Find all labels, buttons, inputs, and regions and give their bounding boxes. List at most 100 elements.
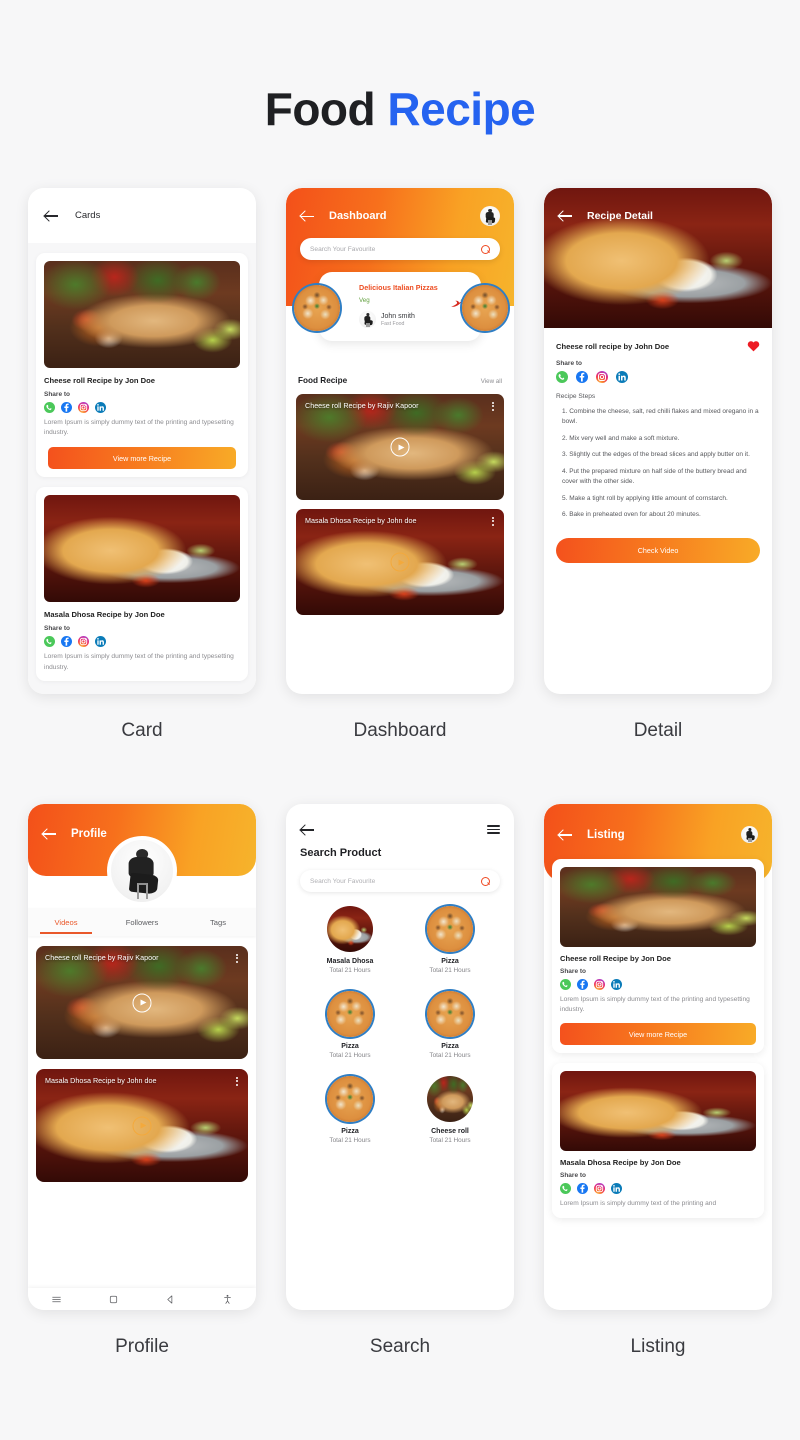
recipe-image-cheese-roll [560, 867, 756, 947]
back-arrow-icon[interactable] [300, 822, 315, 837]
listing-cards[interactable]: Cheese roll Recipe by Jon Doe Share to L… [552, 859, 764, 1218]
tab-followers[interactable]: Followers [104, 918, 180, 927]
check-video-button[interactable]: Check Video [556, 538, 760, 563]
whatsapp-icon[interactable] [44, 402, 55, 413]
linkedin-icon[interactable] [95, 636, 106, 648]
android-navigation-bar [28, 1288, 256, 1310]
whatsapp-icon[interactable] [556, 371, 568, 383]
video-card[interactable]: Masala Dhosa Recipe by John doe [296, 509, 504, 615]
more-options-icon[interactable] [492, 517, 494, 526]
promo-chef-role: Fast Food [381, 320, 405, 327]
share-label: Share to [556, 360, 583, 367]
video-card[interactable]: Cheese roll Recipe by Rajiv Kapoor [36, 946, 248, 1059]
facebook-icon[interactable] [61, 402, 72, 413]
more-options-icon[interactable] [236, 1077, 238, 1086]
list-item[interactable]: Masala Dhosa Total 21 Hours [300, 906, 400, 974]
screens-row-2: Profile Videos Followers Tags Cheese rol… [0, 804, 800, 1358]
recipe-card[interactable]: Cheese roll Recipe by Jon Doe Share to L… [36, 253, 248, 478]
dashboard-screen-title: Dashboard [329, 210, 387, 222]
recipe-image-cheese-roll [44, 261, 240, 368]
promo-card[interactable]: Delicious Italian Pizzas Veg John smith … [319, 272, 481, 341]
linkedin-icon[interactable] [611, 1183, 622, 1195]
facebook-icon[interactable] [576, 371, 588, 383]
favorite-heart-icon[interactable] [747, 340, 760, 352]
linkedin-icon[interactable] [95, 402, 106, 413]
play-icon[interactable] [132, 1116, 152, 1135]
video-card[interactable]: Masala Dhosa Recipe by John doe [36, 1069, 248, 1182]
tab-videos[interactable]: Videos [28, 918, 104, 934]
back-arrow-icon[interactable] [44, 208, 59, 223]
item-thumbnail-pizza [427, 991, 473, 1037]
listing-topbar: Listing [544, 804, 772, 843]
whatsapp-icon[interactable] [560, 979, 571, 990]
detail-topbar: Recipe Detail [544, 188, 772, 223]
recipe-card[interactable]: Cheese roll Recipe by Jon Doe Share to L… [552, 859, 764, 1054]
view-more-recipe-button[interactable]: View more Recipe [48, 447, 236, 470]
profile-video-list[interactable]: Cheese roll Recipe by Rajiv Kapoor Masal… [28, 936, 256, 1182]
share-label: Share to [44, 391, 71, 398]
more-options-icon[interactable] [236, 954, 238, 963]
whatsapp-icon[interactable] [560, 1183, 571, 1195]
instagram-icon[interactable] [78, 636, 89, 648]
recipe-card[interactable]: Masala Dhosa Recipe by Jon Doe Share to … [552, 1063, 764, 1218]
view-more-recipe-button[interactable]: View more Recipe [560, 1023, 756, 1046]
facebook-icon[interactable] [577, 1183, 588, 1195]
recipe-card[interactable]: Masala Dhosa Recipe by Jon Doe Share to … [36, 487, 248, 681]
linkedin-icon[interactable] [611, 979, 622, 990]
play-icon[interactable] [390, 437, 410, 457]
accessibility-icon[interactable] [222, 1294, 233, 1305]
instagram-icon[interactable] [594, 979, 605, 990]
video-card[interactable]: Cheese roll Recipe by Rajiv Kapoor [296, 394, 504, 500]
list-item[interactable]: Pizza Total 21 Hours [400, 991, 500, 1059]
search-input[interactable]: Search Your Favourite [300, 238, 500, 260]
facebook-icon[interactable] [61, 636, 72, 648]
social-share-row [44, 636, 240, 648]
linkedin-icon[interactable] [616, 371, 628, 383]
profile-avatar[interactable] [107, 836, 177, 906]
item-thumbnail-pizza [327, 1076, 373, 1122]
instagram-icon[interactable] [78, 402, 89, 413]
promo-title: Delicious Italian Pizzas [359, 283, 438, 292]
tab-tags[interactable]: Tags [180, 918, 256, 927]
screen-caption-card: Card [121, 720, 163, 741]
play-icon[interactable] [132, 993, 152, 1012]
list-item[interactable]: Cheese roll Total 21 Hours [400, 1076, 500, 1144]
search-placeholder: Search Your Favourite [310, 245, 376, 253]
back-arrow-icon[interactable] [558, 208, 573, 223]
instagram-icon[interactable] [596, 371, 608, 383]
whatsapp-icon[interactable] [44, 636, 55, 648]
view-all-link[interactable]: View all [481, 378, 502, 385]
back-triangle-icon[interactable] [165, 1294, 176, 1305]
recipe-card-title: Masala Dhosa Recipe by Jon Doe [44, 610, 165, 620]
screen-cell-card: Cards Cheese roll Recipe by Jon Doe Shar… [28, 188, 256, 742]
item-thumbnail-pizza [327, 991, 373, 1037]
screen-caption-detail: Detail [633, 720, 683, 741]
list-item[interactable]: Pizza Total 21 Hours [300, 991, 400, 1059]
instagram-icon[interactable] [594, 1183, 605, 1195]
square-icon[interactable] [108, 1294, 119, 1305]
hamburger-icon[interactable] [487, 824, 500, 835]
back-arrow-icon[interactable] [558, 827, 573, 842]
back-arrow-icon[interactable] [42, 826, 57, 841]
menu-icon[interactable] [51, 1294, 62, 1305]
facebook-icon[interactable] [577, 979, 588, 990]
avatar[interactable] [480, 206, 500, 226]
list-item[interactable]: Pizza Total 21 Hours [400, 906, 500, 974]
more-options-icon[interactable] [492, 402, 494, 411]
search-input[interactable]: Search Your Favourite [300, 870, 500, 892]
promo-pizza-right[interactable] [462, 285, 508, 331]
avatar[interactable] [741, 826, 758, 843]
card-scroll-area[interactable]: Cheese roll Recipe by Jon Doe Share to L… [28, 243, 256, 694]
play-icon[interactable] [390, 552, 410, 572]
search-icon[interactable] [481, 244, 490, 254]
list-item[interactable]: Pizza Total 21 Hours [300, 1076, 400, 1144]
avatar [359, 311, 376, 328]
search-icon[interactable] [481, 876, 490, 886]
detail-recipe-title: Cheese roll recipe by John Doe [556, 341, 670, 351]
promo-carousel[interactable]: Delicious Italian Pizzas Veg John smith … [286, 272, 514, 344]
search-results-grid: Masala Dhosa Total 21 Hours Pizza Total … [300, 906, 500, 1144]
phone-search: Search Product Search Your Favourite Mas… [286, 804, 514, 1310]
promo-pizza-left[interactable] [294, 285, 340, 331]
back-arrow-icon[interactable] [300, 209, 315, 224]
section-heading: Food Recipe [298, 376, 348, 385]
